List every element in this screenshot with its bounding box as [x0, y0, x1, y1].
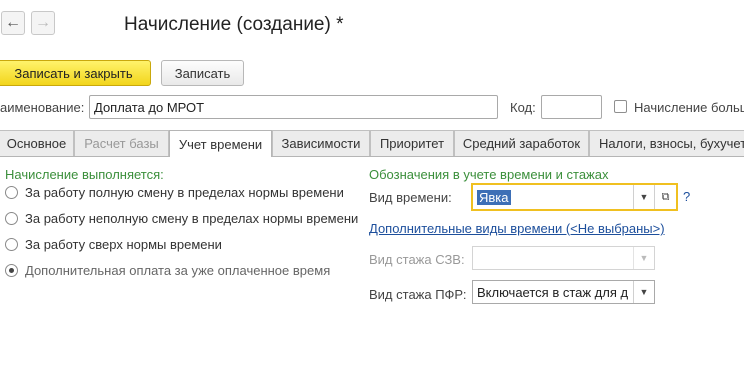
extra-time-types-link[interactable]: Дополнительные виды времени (<Не выбраны… [369, 221, 665, 236]
radio-additional-payment[interactable] [5, 264, 18, 277]
radio-full-shift-label[interactable]: За работу полную смену в пределах нормы … [25, 185, 344, 200]
pfr-value: Включается в стаж для д [477, 285, 629, 300]
tab-bar: Основное Расчет базы Учет времени Зависи… [0, 130, 744, 157]
name-label: аименование: [0, 100, 85, 115]
chevron-down-icon[interactable]: ▼ [633, 185, 654, 209]
save-button[interactable]: Записать [161, 60, 244, 86]
radio-part-shift-label[interactable]: За работу неполную смену в пределах норм… [25, 211, 358, 226]
szv-select: ▼ [472, 246, 655, 270]
chevron-down-icon: ▼ [633, 247, 654, 269]
back-button[interactable]: ← [1, 11, 25, 35]
save-and-close-button[interactable]: Записать и закрыть [0, 60, 151, 86]
time-type-value: Явка [477, 190, 511, 205]
tab-base-calc[interactable]: Расчет базы [74, 130, 169, 156]
tab-main[interactable]: Основное [0, 130, 74, 156]
szv-label: Вид стажа СЗВ: [369, 252, 465, 267]
radio-overtime-label[interactable]: За работу сверх нормы времени [25, 237, 222, 252]
pfr-label: Вид стажа ПФР: [369, 287, 467, 302]
radio-overtime[interactable] [5, 238, 18, 251]
time-type-select[interactable]: Явка ▼ ⧉ [471, 183, 678, 211]
open-icon[interactable]: ⧉ [654, 185, 676, 209]
radio-part-shift[interactable] [5, 212, 18, 225]
radio-full-shift[interactable] [5, 186, 18, 199]
name-field[interactable]: Доплата до МРОТ [89, 95, 498, 119]
tab-priority[interactable]: Приоритет [370, 130, 454, 156]
pfr-select[interactable]: Включается в стаж для д ▼ [472, 280, 655, 304]
chevron-down-icon[interactable]: ▼ [633, 281, 654, 303]
arrow-left-icon: ← [5, 14, 21, 31]
forward-button[interactable]: → [31, 11, 55, 35]
page-title: Начисление (создание) * [124, 14, 344, 35]
code-field[interactable] [541, 95, 602, 119]
designations-section-title: Обозначения в учете времени и стажах [369, 167, 609, 182]
tab-taxes[interactable]: Налоги, взносы, бухучет [589, 130, 744, 156]
code-label: Код: [510, 100, 536, 115]
radio-additional-payment-label[interactable]: Дополнительная оплата за уже оплаченное … [25, 263, 330, 278]
arrow-right-icon: → [35, 14, 51, 31]
tab-dependencies[interactable]: Зависимости [272, 130, 370, 156]
accrual-checkbox[interactable] [614, 100, 627, 113]
accrual-section-title: Начисление выполняется: [5, 167, 164, 182]
tab-time-accounting[interactable]: Учет времени [169, 130, 272, 157]
help-icon[interactable]: ? [683, 189, 690, 204]
tab-average-earnings[interactable]: Средний заработок [454, 130, 589, 156]
time-type-label: Вид времени: [369, 190, 452, 205]
accrual-checkbox-label: Начисление больш [634, 100, 744, 115]
